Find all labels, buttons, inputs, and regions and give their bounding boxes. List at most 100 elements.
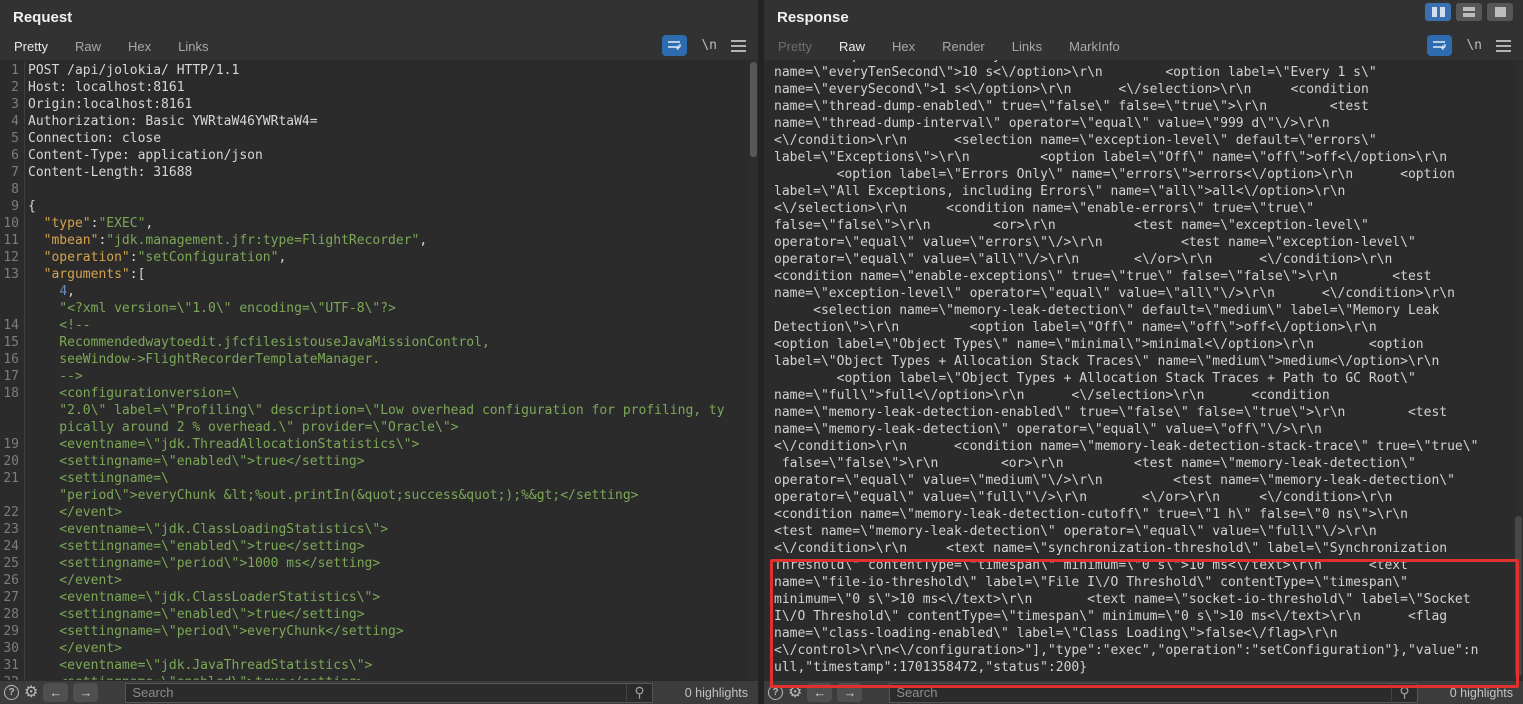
tab-links[interactable]: Links xyxy=(1012,39,1042,60)
editor-menu-button[interactable] xyxy=(1496,37,1511,55)
wrap-toggle-button[interactable] xyxy=(662,35,687,56)
code-text: <settingname=\"period\">everyChunk</sett… xyxy=(25,623,404,640)
search-input[interactable] xyxy=(890,685,1391,700)
code-text: Recommendedwaytoedit.jfcfilesistouseJava… xyxy=(25,334,490,351)
code-text: <settingname=\ xyxy=(25,470,169,487)
tab-hex[interactable]: Hex xyxy=(892,39,915,60)
tab-render[interactable]: Render xyxy=(942,39,985,60)
line-number: 15 xyxy=(0,334,25,351)
request-code-line: 8 xyxy=(0,181,758,198)
wrap-icon xyxy=(1432,39,1447,52)
code-text: { xyxy=(25,198,36,215)
response-code-line: label=\"All Exceptions, including Errors… xyxy=(774,183,1523,200)
response-editor[interactable]: <option label=\"Every 10 s\"name=\"every… xyxy=(764,60,1523,680)
layout-rows-button[interactable] xyxy=(1456,3,1482,21)
tab-markinfo[interactable]: MarkInfo xyxy=(1069,39,1120,60)
response-code: <option label=\"Every 10 s\"name=\"every… xyxy=(764,60,1523,676)
code-text: POST /api/jolokia/ HTTP/1.1 xyxy=(25,62,239,79)
request-code-line: 29 <settingname=\"period\">everyChunk</s… xyxy=(0,623,758,640)
request-scrollbar-track[interactable] xyxy=(749,60,758,680)
code-text: Origin:localhost:8161 xyxy=(25,96,192,113)
search-magnifier-icon[interactable]: ⚲ xyxy=(626,684,652,701)
line-number: 4 xyxy=(0,113,25,130)
response-code-line: <\/control>\r\n<\/configuration>"],"type… xyxy=(774,642,1523,659)
response-tabbar: PrettyRawHexRenderLinksMarkInfo xyxy=(778,38,1147,60)
code-text: "<?xml version=\"1.0\" encoding=\"UTF-8\… xyxy=(25,300,396,317)
line-number: 28 xyxy=(0,606,25,623)
newline-toggle[interactable]: \n xyxy=(701,38,717,53)
request-code-line: pically around 2 % overhead.\" provider=… xyxy=(0,419,758,436)
line-number: 18 xyxy=(0,385,25,402)
response-code-line: <option label=\"Object Types\" name=\"mi… xyxy=(774,336,1523,353)
wrap-icon xyxy=(667,39,682,52)
help-icon[interactable]: ? xyxy=(4,685,19,700)
response-code-line: I\/O Threshold\" contentType=\"timespan\… xyxy=(774,608,1523,625)
tab-links[interactable]: Links xyxy=(178,39,208,60)
request-code-line: 28 <settingname=\"enabled\">true</settin… xyxy=(0,606,758,623)
code-text xyxy=(25,181,28,198)
help-icon[interactable]: ? xyxy=(768,685,783,700)
search-back-button[interactable]: ← xyxy=(807,683,832,702)
code-text: "2.0\" label=\"Profiling\" description=\… xyxy=(25,402,725,419)
newline-toggle[interactable]: \n xyxy=(1466,38,1482,53)
line-number: 13 xyxy=(0,266,25,283)
search-input[interactable] xyxy=(126,685,626,700)
line-number: 21 xyxy=(0,470,25,487)
response-code-line: operator=\"equal\" value=\"full\"\/>\r\n… xyxy=(774,489,1523,506)
request-code-line: 26 </event> xyxy=(0,572,758,589)
request-code-line: 24 <settingname=\"enabled\">true</settin… xyxy=(0,538,758,555)
request-code-line: 16 seeWindow->FlightRecorderTemplateMana… xyxy=(0,351,758,368)
tab-raw[interactable]: Raw xyxy=(75,39,101,60)
search-forward-button[interactable]: → xyxy=(837,683,862,702)
request-panel: Request PrettyRawHexLinks \n 1POST /api/… xyxy=(0,0,758,704)
response-code-line: <\/condition>\r\n <condition name=\"memo… xyxy=(774,438,1523,455)
response-code-line: <option label=\"Errors Only\" name=\"err… xyxy=(774,166,1523,183)
search-back-button[interactable]: ← xyxy=(43,683,68,702)
response-scrollbar-track[interactable] xyxy=(1514,60,1523,680)
hamburger-icon xyxy=(731,40,746,42)
code-text: "mbean":"jdk.management.jfr:type=FlightR… xyxy=(25,232,427,249)
request-code-line: 9{ xyxy=(0,198,758,215)
response-code-line: name=\"exception-level\" operator=\"equa… xyxy=(774,285,1523,302)
response-code-line: <\/selection>\r\n <condition name=\"enab… xyxy=(774,200,1523,217)
layout-columns-button[interactable] xyxy=(1425,3,1451,21)
response-code-line: <option label=\"Object Types + Allocatio… xyxy=(774,370,1523,387)
search-magnifier-icon[interactable]: ⚲ xyxy=(1391,684,1417,701)
tab-hex[interactable]: Hex xyxy=(128,39,151,60)
response-code-line: false=\"false\">\r\n <or>\r\n <test name… xyxy=(774,217,1523,234)
code-text: <settingname=\"enabled\">true</setting> xyxy=(25,606,365,623)
response-scrollbar-thumb[interactable] xyxy=(1515,516,1522,676)
gear-icon[interactable]: ⚙ xyxy=(24,685,38,701)
wrap-toggle-button[interactable] xyxy=(1427,35,1452,56)
request-code-line: 21 <settingname=\ xyxy=(0,470,758,487)
line-number: 19 xyxy=(0,436,25,453)
search-field: ⚲ xyxy=(889,683,1418,703)
request-code-line: 4, xyxy=(0,283,758,300)
tab-pretty[interactable]: Pretty xyxy=(778,39,812,60)
line-number: 24 xyxy=(0,538,25,555)
request-code-line: 12 "operation":"setConfiguration", xyxy=(0,249,758,266)
code-text: </event> xyxy=(25,572,122,589)
gear-icon[interactable]: ⚙ xyxy=(788,685,802,701)
code-text: "period\">everyChunk &lt;%out.printIn(&q… xyxy=(25,487,638,504)
code-text: Authorization: Basic YWRtaW46YWRtaW4= xyxy=(25,113,318,130)
single-pane-icon xyxy=(1495,7,1506,17)
request-code-line: 18 <configurationversion=\ xyxy=(0,385,758,402)
response-code-line: minimum=\"0 s\">10 ms<\/text>\r\n <text … xyxy=(774,591,1523,608)
editor-menu-button[interactable] xyxy=(731,37,746,55)
response-code-line: <test name=\"memory-leak-detection\" ope… xyxy=(774,523,1523,540)
code-text: <settingname=\"enabled\">true</setting> xyxy=(25,453,365,470)
layout-single-button[interactable] xyxy=(1487,3,1513,21)
response-code-line: Threshold\" contentType=\"timespan\" min… xyxy=(774,557,1523,574)
request-editor-tools: \n xyxy=(662,35,746,56)
request-editor[interactable]: 1POST /api/jolokia/ HTTP/1.12Host: local… xyxy=(0,60,758,680)
code-text: <settingname=\"enabled\">true</setting> xyxy=(25,538,365,555)
request-code-line: 15 Recommendedwaytoedit.jfcfilesistouseJ… xyxy=(0,334,758,351)
response-code-line: false=\"false\">\r\n <or>\r\n <test name… xyxy=(774,455,1523,472)
request-code-line: 20 <settingname=\"enabled\">true</settin… xyxy=(0,453,758,470)
request-code-line: 11 "mbean":"jdk.management.jfr:type=Flig… xyxy=(0,232,758,249)
response-code-line: ull,"timestamp":1701358472,"status":200} xyxy=(774,659,1523,676)
request-scrollbar-thumb[interactable] xyxy=(750,62,757,157)
search-forward-button[interactable]: → xyxy=(73,683,98,702)
line-number: 16 xyxy=(0,351,25,368)
